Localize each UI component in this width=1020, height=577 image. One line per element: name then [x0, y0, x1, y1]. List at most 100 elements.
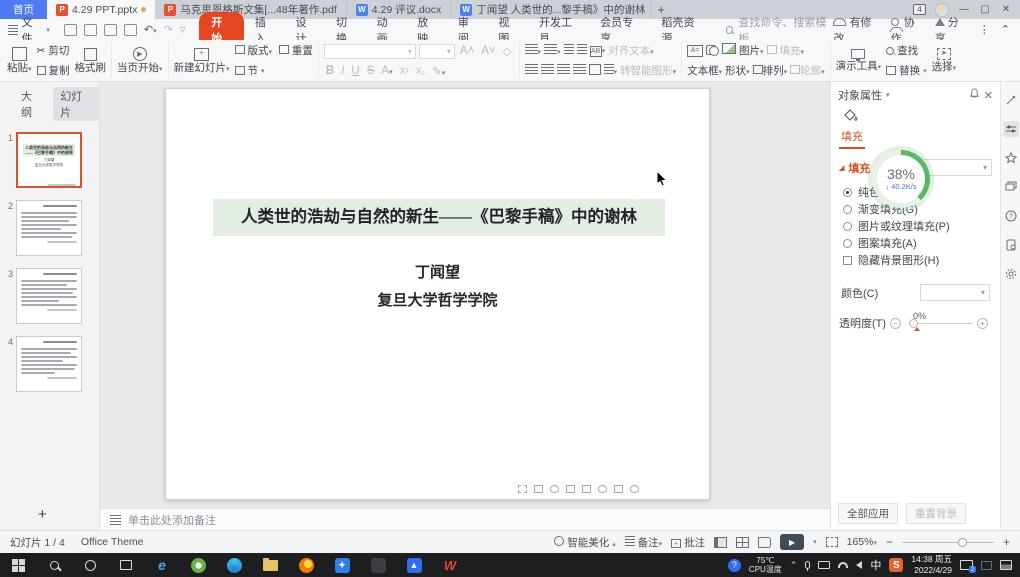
section-button[interactable]: 节▾	[235, 63, 313, 78]
redo-icon[interactable]: ↷	[164, 23, 173, 36]
transparency-slider[interactable]: 0%	[913, 323, 973, 324]
picture-button[interactable]: 图片▾	[722, 43, 763, 58]
underline-button[interactable]: U	[349, 65, 361, 77]
shapes-button[interactable]: 形状▾	[725, 63, 750, 78]
layout-button[interactable]: 版式▾	[235, 43, 272, 58]
settings-icon[interactable]	[1003, 266, 1019, 282]
print-icon[interactable]	[104, 24, 117, 36]
align-text-button[interactable]: 对齐文本▾	[608, 43, 654, 58]
messenger-app-button[interactable]: ✦	[324, 553, 360, 577]
edge-browser-button[interactable]	[216, 553, 252, 577]
reset-button[interactable]: 重置	[279, 43, 313, 58]
clear-format-icon[interactable]: ◇	[501, 44, 514, 58]
help-icon[interactable]: ?	[1003, 208, 1019, 224]
cortana-button[interactable]	[72, 553, 108, 577]
ime-indicator[interactable]: 中	[870, 557, 881, 573]
select-button[interactable]: ➤ 选择▾	[932, 48, 957, 73]
line-spacing-button[interactable]: ▾	[604, 64, 618, 77]
highlight-button[interactable]: ✎▾	[430, 64, 447, 78]
textbox-button[interactable]: 文本框▾	[687, 63, 722, 78]
file-explorer-button[interactable]	[252, 553, 288, 577]
collapse-ribbon-icon[interactable]: ⌃	[1001, 23, 1010, 36]
slide-sorter-view-button[interactable]	[736, 537, 749, 548]
subscript-button[interactable]: X₂	[414, 66, 428, 76]
find-button[interactable]: 查找	[886, 43, 927, 58]
cut-button[interactable]: ✂剪切	[37, 43, 70, 58]
reading-view-button[interactable]	[758, 537, 771, 548]
zoom-slider[interactable]	[902, 542, 994, 543]
radio-picture-fill[interactable]: 图片或纹理填充(P)	[831, 218, 1000, 234]
decrease-font-icon[interactable]: A˅	[479, 45, 497, 57]
layers-icon[interactable]	[1003, 179, 1019, 195]
paste-button[interactable]: 粘贴▾	[7, 47, 32, 74]
play-from-current-button[interactable]: ▶ 当页开始▾	[117, 47, 163, 74]
firefox-button[interactable]	[288, 553, 324, 577]
notes-button[interactable]: 备注▾	[625, 535, 662, 550]
microphone-icon[interactable]	[805, 561, 810, 569]
color-select[interactable]: ▾	[920, 284, 990, 301]
outline-tab[interactable]: 大纲	[14, 87, 49, 121]
slide-affiliation[interactable]: 复旦大学哲学学院	[166, 289, 709, 310]
font-family-select[interactable]: ▾	[324, 44, 416, 59]
arrange-button[interactable]: 排列▾	[753, 63, 788, 78]
start-button[interactable]	[0, 553, 36, 577]
lanhu-app-button[interactable]: ▲	[396, 553, 432, 577]
action-center-icon[interactable]	[1000, 560, 1012, 570]
normal-view-button[interactable]	[714, 537, 727, 548]
transparency-plus-button[interactable]: +	[977, 318, 988, 329]
utility-app-button[interactable]	[360, 553, 396, 577]
fill-button[interactable]: 填充▾	[767, 43, 804, 58]
clock[interactable]: 14:38 周五2022/4/29	[911, 554, 952, 575]
hidden-icons-chevron[interactable]: ⌃	[790, 560, 798, 571]
slider-handle[interactable]	[909, 319, 918, 328]
to-smartart-button[interactable]: 转智能图形▾	[620, 63, 676, 78]
zoom-in-button[interactable]: +	[1003, 535, 1010, 549]
slide-thumbnail-1[interactable]: 1 人类世的浩劫与自然的新生——《巴黎手稿》中的谢林 丁闻望 复旦大学哲学学院	[2, 132, 95, 188]
new-slide-button[interactable]: + 新建幻灯片▾	[174, 48, 230, 74]
play-options-icon[interactable]: ▾	[813, 538, 817, 546]
align-right-button[interactable]	[557, 64, 570, 77]
zoom-out-button[interactable]: −	[886, 535, 893, 549]
slide-author[interactable]: 丁闻望	[166, 261, 709, 282]
font-color-button[interactable]: A▾	[379, 65, 394, 77]
add-slide-button[interactable]: +	[38, 506, 47, 523]
hide-background-checkbox[interactable]: 隐藏背景图形(H)	[831, 252, 1000, 268]
smart-beautify-button[interactable]: 智能美化 ▴	[554, 535, 615, 550]
apply-all-button[interactable]: 全部应用	[838, 503, 898, 524]
save-icon[interactable]	[64, 24, 77, 36]
zoom-slider-handle[interactable]	[958, 538, 967, 547]
slide-thumbnail-2[interactable]: 2	[2, 200, 95, 256]
format-painter-button[interactable]: 格式刷	[75, 48, 107, 74]
increase-font-icon[interactable]: A˄	[458, 45, 476, 57]
chevron-down-icon[interactable]: ▾	[886, 91, 890, 99]
slides-tab[interactable]: 幻灯片	[53, 87, 99, 121]
align-left-button[interactable]	[525, 64, 538, 77]
volume-icon[interactable]	[856, 561, 862, 569]
slide-thumbnail-3[interactable]: 3	[2, 268, 95, 324]
beautify-icon[interactable]	[1003, 92, 1019, 108]
bell-icon[interactable]	[969, 88, 980, 102]
undo-icon[interactable]: ↶▾	[144, 23, 157, 36]
superscript-button[interactable]: X²	[398, 66, 411, 76]
export-icon[interactable]	[84, 24, 97, 36]
ie-browser-button[interactable]: e	[144, 553, 180, 577]
message-tray-icon[interactable]	[960, 560, 973, 570]
keyboard-icon[interactable]	[818, 561, 830, 569]
copy-button[interactable]: 复制	[37, 63, 70, 78]
slide-title[interactable]: 人类世的浩劫与自然的新生——《巴黎手稿》中的谢林	[213, 199, 665, 236]
decrease-indent-button[interactable]	[564, 44, 574, 57]
font-size-select[interactable]: ▾	[419, 44, 455, 59]
taskbar-search-button[interactable]	[36, 553, 72, 577]
slide-quick-toolbar[interactable]	[518, 485, 639, 493]
cpu-temperature[interactable]: 75℃CPU温度	[749, 556, 782, 574]
customize-toolbar-icon[interactable]: ▽	[180, 26, 185, 34]
bullet-list-button[interactable]: ▾	[525, 44, 542, 57]
text-direction-button[interactable]: AB▾	[590, 44, 606, 57]
zoom-level[interactable]: 165%▾	[847, 536, 877, 548]
sogou-ime-icon[interactable]: S	[889, 558, 903, 572]
properties-icon[interactable]	[1003, 121, 1019, 137]
distribute-button[interactable]	[589, 64, 601, 78]
numbered-list-button[interactable]: ▾	[544, 44, 561, 57]
reset-background-button[interactable]: 重置背景	[906, 503, 966, 524]
slideshow-play-button[interactable]: ▶	[780, 534, 804, 550]
